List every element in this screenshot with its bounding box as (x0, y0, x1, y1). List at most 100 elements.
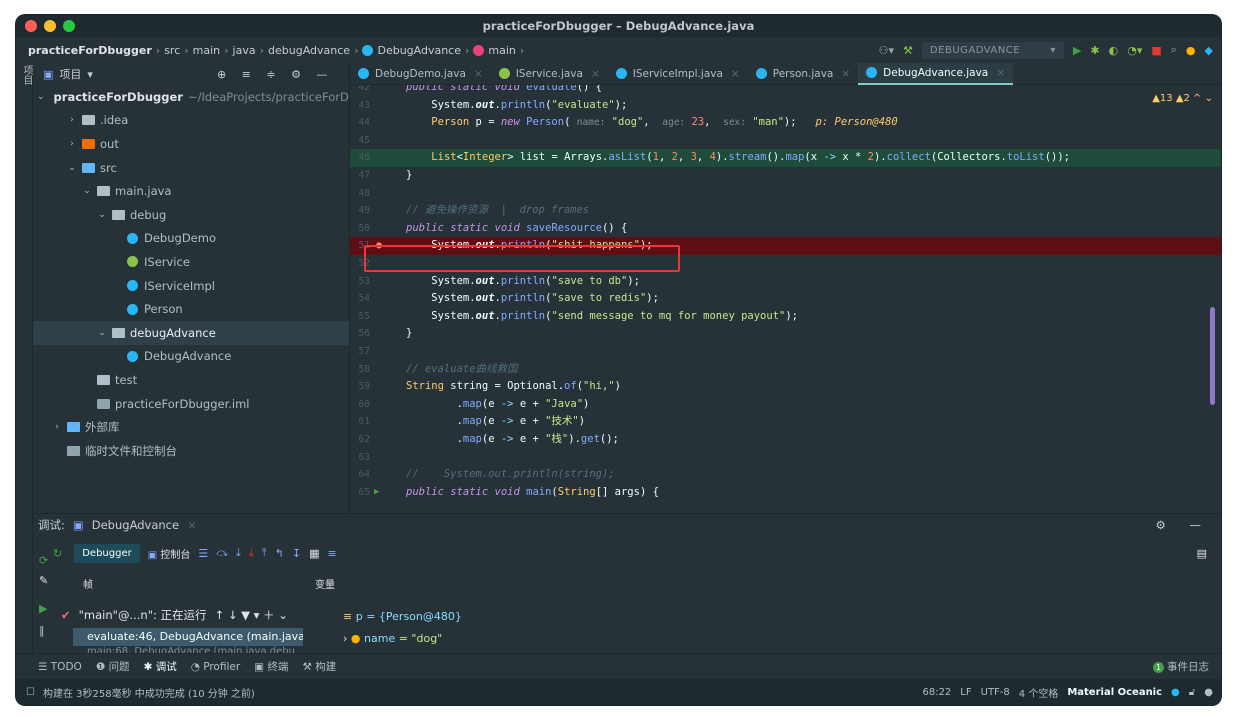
tree-arrow-icon[interactable]: ⌄ (81, 186, 93, 196)
code-line[interactable]: 58 // evaluate曲线救国 (350, 361, 1221, 379)
project-tool-window-button[interactable]: 项目 (19, 65, 34, 85)
code-line[interactable]: 61 .map(e -> e + "技术") (350, 413, 1221, 431)
step-into-icon[interactable]: ⤓ (236, 546, 241, 560)
tree-item[interactable]: practiceForDbugger.iml (33, 392, 349, 416)
tree-item[interactable]: IService (33, 250, 349, 274)
tree-item[interactable]: › out (33, 132, 349, 156)
trace-icon[interactable]: ≡ (327, 547, 336, 560)
line-number[interactable]: 65 (350, 484, 370, 502)
tree-item[interactable]: ⌄ main.java (33, 179, 349, 203)
line-number[interactable]: 56 (350, 325, 370, 343)
tree-arrow-icon[interactable]: ⌄ (66, 163, 78, 173)
tree-item[interactable]: › .idea (33, 109, 349, 133)
caret-position[interactable]: 68:22 (922, 687, 951, 698)
notification-icon[interactable]: ● (1204, 687, 1213, 698)
frame-evaluate[interactable]: evaluate:46, DebugAdvance (main.java.d (73, 628, 303, 646)
editor-scrollbar[interactable] (1210, 307, 1215, 405)
run-gutter-icon[interactable]: ▶ (374, 484, 379, 502)
tree-item[interactable]: IServiceImpl (33, 274, 349, 298)
force-step-into-icon[interactable]: ⤓ (249, 546, 254, 560)
tree-arrow-icon[interactable]: › (66, 115, 78, 125)
tree-root[interactable]: ⌄ practiceForDbugger ~/IdeaProjects/prac… (33, 85, 349, 109)
indent-setting[interactable]: 4 个空格 (1019, 685, 1059, 700)
variable-name[interactable]: › ● name = "dog" (343, 632, 442, 645)
inspection-widget[interactable]: ▲13 ▲2 ^ ⌄ (1152, 93, 1213, 104)
line-number[interactable]: 62 (350, 431, 370, 449)
close-icon[interactable]: × (731, 68, 740, 80)
code-line[interactable]: 59 String string = Optional.of("hi,") (350, 378, 1221, 396)
tree-arrow-icon[interactable]: ⌄ (96, 210, 108, 220)
wrench-icon[interactable]: ✎ (39, 574, 48, 587)
step-over-icon[interactable]: ⤼ (216, 546, 228, 560)
line-number[interactable]: 46 (350, 149, 370, 167)
code-line[interactable]: 63 (350, 449, 1221, 467)
tree-item[interactable]: 临时文件和控制台 (33, 439, 349, 463)
rerun-icon[interactable]: ↻ (53, 547, 62, 560)
code-line[interactable]: 56} (350, 325, 1221, 343)
close-icon[interactable]: × (841, 68, 850, 80)
breadcrumb-java[interactable]: java (233, 44, 256, 57)
code-line[interactable]: 54 System.out.println("save to redis"); (350, 290, 1221, 308)
line-separator[interactable]: LF (960, 687, 971, 698)
editor-tab[interactable]: Person.java × (748, 63, 858, 85)
line-number[interactable]: 47 (350, 167, 370, 185)
line-number[interactable]: 50 (350, 220, 370, 238)
editor-tab[interactable]: DebugDemo.java × (350, 63, 491, 85)
code-line[interactable]: 42 public static void evaluate() { (350, 85, 1221, 97)
breadcrumb-method[interactable]: main (488, 44, 515, 57)
editor-tab[interactable]: IService.java × (491, 63, 608, 85)
step-out-icon[interactable]: ⤒ (262, 546, 267, 560)
code-line[interactable]: 47} (350, 167, 1221, 185)
line-number[interactable]: 48 (350, 185, 370, 203)
code-line[interactable]: 64 // System.out.println(string); (350, 466, 1221, 484)
user-icon[interactable]: ⚇▾ (879, 44, 894, 57)
status-message[interactable]: 构建在 3秒258毫秒 中成功完成 (10 分钟 之前) (43, 685, 255, 700)
code-line[interactable]: 43 System.out.println("evaluate"); (350, 97, 1221, 115)
file-encoding[interactable]: UTF-8 (981, 687, 1010, 698)
line-number[interactable]: 57 (350, 343, 370, 361)
line-number[interactable]: 58 (350, 361, 370, 379)
tree-item[interactable]: DebugAdvance (33, 345, 349, 369)
code-line[interactable]: 62 .map(e -> e + "栈").get(); (350, 431, 1221, 449)
event-log-button[interactable]: 1 事件日志 (1153, 659, 1209, 674)
code-line[interactable]: 50 public static void saveResource() { (350, 220, 1221, 238)
tree-item[interactable]: › 外部库 (33, 415, 349, 439)
terminal-tool[interactable]: ▣ 终端 (254, 659, 288, 674)
code-line[interactable]: 44 Person p = new Person( name: "dog", a… (350, 114, 1221, 132)
code-line[interactable]: 45 (350, 132, 1221, 150)
console-tab[interactable]: ▣ 控制台 (148, 546, 191, 561)
thread-nav-icons[interactable]: ↑ ↓ ▼ ▾ ＋ ⌄ (215, 607, 288, 623)
breadcrumb-src[interactable]: src (164, 44, 180, 57)
tree-item[interactable]: DebugDemo (33, 227, 349, 251)
minimize-window-button[interactable] (44, 20, 56, 32)
debug-session-tab[interactable]: DebugAdvance (92, 518, 179, 532)
tree-arrow-icon[interactable]: › (66, 139, 78, 149)
chevron-down-icon[interactable]: ▾ (87, 68, 93, 81)
close-window-button[interactable] (25, 20, 37, 32)
editor-tab[interactable]: IServiceImpl.java × (608, 63, 748, 85)
drop-frame-icon[interactable]: ↰ (275, 547, 284, 560)
tree-item[interactable]: ⌄ src (33, 156, 349, 180)
toggle-panels-icon[interactable]: ☐ (26, 687, 35, 698)
theme-name[interactable]: Material Oceanic (1067, 687, 1162, 698)
layout-icon[interactable]: ▤ (1197, 547, 1207, 560)
tree-item[interactable]: Person (33, 297, 349, 321)
build-hammer-icon[interactable]: ⚒ (903, 44, 913, 57)
tree-arrow-icon[interactable]: › (51, 422, 63, 432)
code-line[interactable]: 49 // 避免操作资源 | drop frames (350, 202, 1221, 220)
code-line[interactable]: 65 public static void main(String[] args)… (350, 484, 1221, 502)
run-config-selector[interactable]: DEBUGADVANCE ▾ (921, 41, 1064, 59)
lock-icon[interactable]: 🔓︎ (1189, 687, 1195, 698)
line-number[interactable]: 53 (350, 273, 370, 291)
close-icon[interactable]: × (187, 518, 197, 532)
line-number[interactable]: 43 (350, 97, 370, 115)
plugin-icon[interactable]: ◆ (1205, 44, 1213, 57)
debug-icon[interactable]: ✱ (1090, 44, 1099, 57)
update-icon[interactable]: ● (1186, 44, 1196, 57)
line-number[interactable]: 44 (350, 114, 370, 132)
profile-icon[interactable]: ◔▾ (1127, 44, 1142, 57)
line-number[interactable]: 55 (350, 308, 370, 326)
run-to-cursor-icon[interactable]: ↧ (292, 547, 301, 560)
todo-tool[interactable]: ☰ TODO (38, 661, 82, 673)
profiler-tool[interactable]: ◔ Profiler (191, 661, 240, 673)
